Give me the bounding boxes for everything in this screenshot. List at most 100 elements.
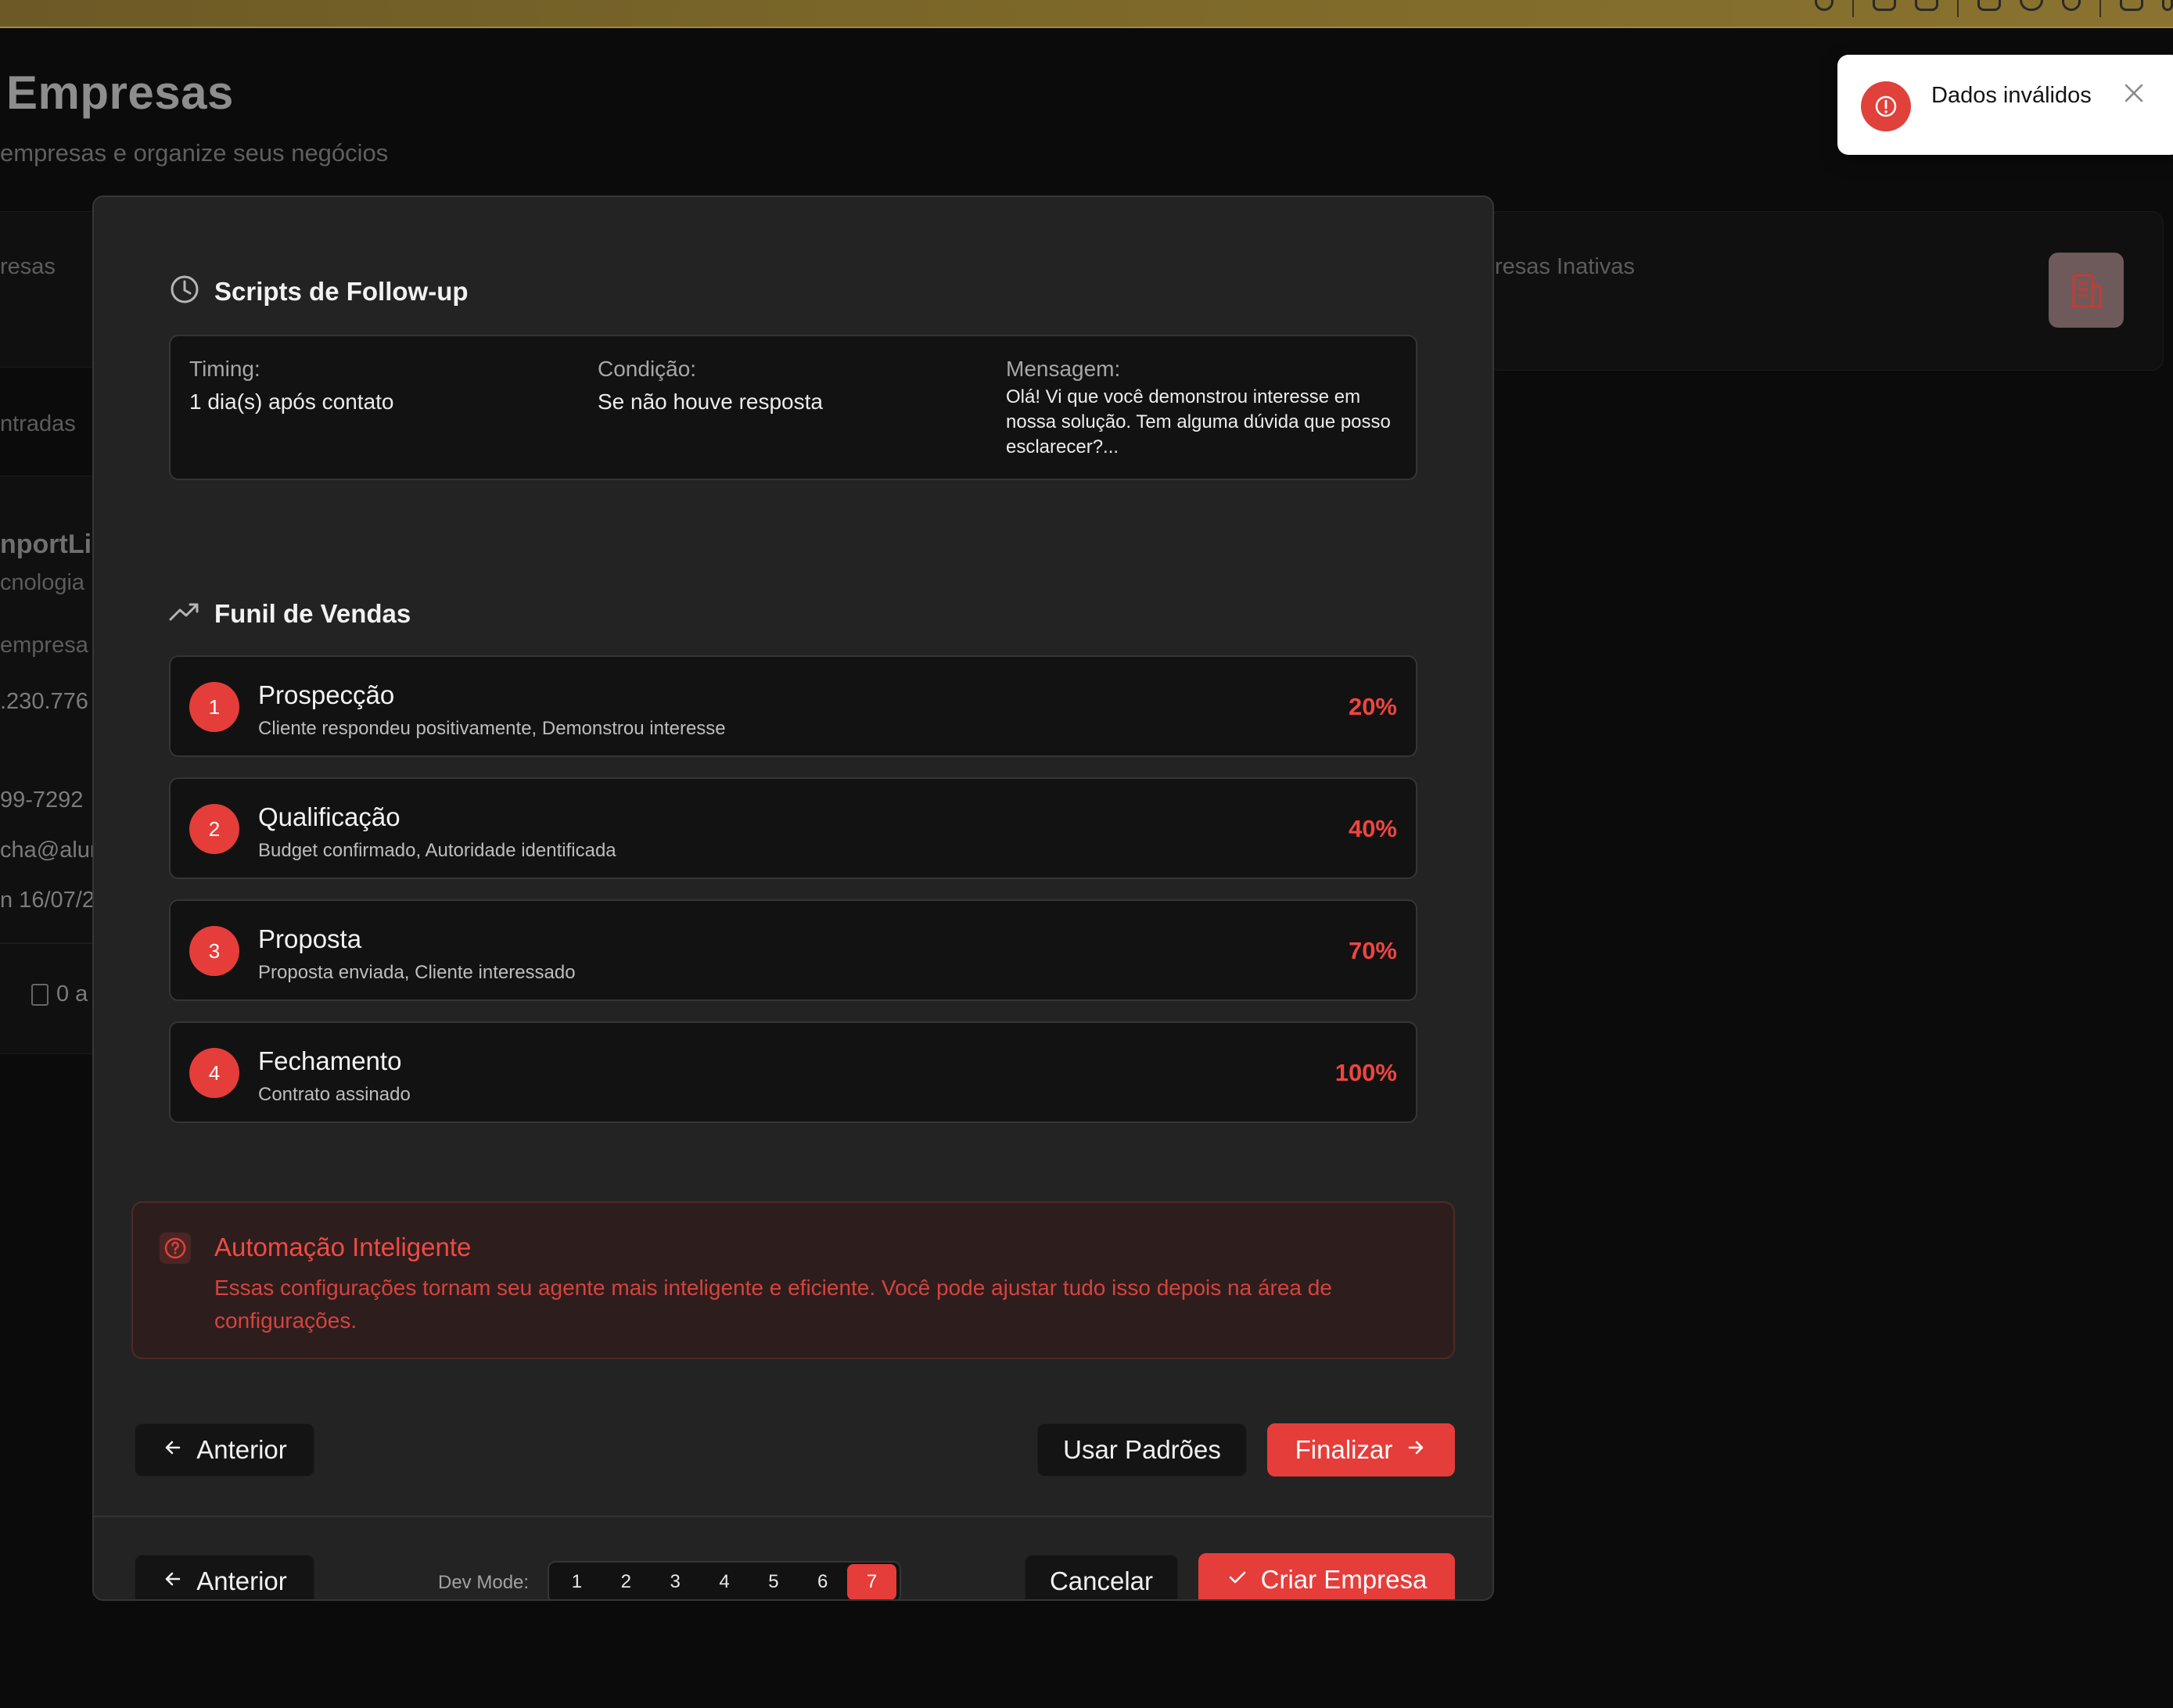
building-icon [2049,253,2124,328]
close-icon[interactable] [2122,81,2146,109]
create-company-label: Criar Empresa [1260,1565,1428,1594]
funnel-header: Funil de Vendas [169,596,411,631]
gear-icon[interactable] [2120,0,2143,11]
building-icon [31,983,48,1006]
stage-probability: 20% [1348,693,1397,720]
company-agents: 0 a [31,981,88,1007]
page-title: Empresas [6,66,234,119]
stage-number: 4 [189,1048,239,1098]
stage-probability: 70% [1348,937,1397,964]
funnel-stage[interactable]: 3 Proposta Proposta enviada, Cliente int… [169,899,1417,1001]
bulb-icon[interactable] [2062,0,2081,11]
trending-up-icon [169,596,200,631]
stage-description: Budget confirmado, Autoridade identifica… [258,840,616,861]
company-date: n 16/07/2 [0,888,95,913]
footer-divider [94,1516,1492,1517]
use-defaults-label: Usar Padrões [1063,1435,1221,1464]
timing-value: 1 dia(s) após contato [189,389,394,414]
help-circle-icon [160,1233,191,1264]
top-bar-icons [1815,0,2173,28]
dev-mode-label: Dev Mode: [438,1572,530,1593]
top-bar [0,0,2173,28]
previous-step-label: Anterior [196,1435,287,1464]
error-toast: Dados inválidos [1837,55,2173,155]
condition-label: Condição: [598,357,697,381]
stage-probability: 40% [1348,815,1397,842]
stat-card: resas [0,211,102,368]
timing-column: Timing: 1 dia(s) após contato [189,357,394,414]
previous-step-button[interactable]: Anterior [135,1423,314,1477]
stage-name: Prospecção [258,680,395,709]
company-type: empresa [0,633,88,658]
divider [0,942,102,944]
stage-description: Contrato assinado [258,1084,411,1105]
dev-step-pager: 1 2 3 4 5 6 7 [548,1561,901,1599]
create-company-button[interactable]: Criar Empresa [1198,1553,1455,1599]
dev-step-5[interactable]: 5 [749,1564,798,1599]
stat-card-label: resas Inativas [1495,254,1635,279]
followup-script-card: Timing: 1 dia(s) após contato Condição: … [169,335,1417,480]
automation-tip: Automação Inteligente Essas configuraçõe… [131,1201,1455,1359]
funnel-stage[interactable]: 4 Fechamento Contrato assinado 100% [169,1021,1417,1123]
stage-name: Qualificação [258,802,400,831]
inbox-icon[interactable] [1873,0,1896,11]
company-agents-count: 0 a [56,981,88,1006]
camera-icon[interactable] [1915,0,1938,11]
company-card: nportLi cnologia empresa .230.776 99-729… [0,475,102,1054]
company-sector: cnologia [0,570,85,595]
footer-previous-button[interactable]: Anterior [135,1555,314,1599]
toast-message: Dados inválidos [1931,83,2092,108]
globe-icon[interactable] [2020,0,2043,11]
clock-icon [169,274,200,309]
finish-button[interactable]: Finalizar [1267,1423,1455,1477]
tip-title: Automação Inteligente [214,1233,472,1261]
create-company-modal: Scripts de Follow-up Timing: 1 dia(s) ap… [92,196,1494,1601]
company-name: nportLi [0,529,92,559]
message-value: Olá! Vi que você demonstrou interesse em… [1006,386,1391,458]
funnel-title: Funil de Vendas [214,598,411,628]
window-icon[interactable] [1977,0,2001,11]
arrow-left-icon [162,1435,184,1465]
dev-step-3[interactable]: 3 [651,1564,700,1599]
dev-step-1[interactable]: 1 [552,1564,602,1599]
alert-circle-icon [1861,81,1911,131]
arrow-left-icon [162,1566,184,1596]
stage-description: Proposta enviada, Cliente interessado [258,962,576,983]
followup-title: Scripts de Follow-up [214,276,469,306]
funnel-stage[interactable]: 1 Prospecção Cliente respondeu positivam… [169,655,1417,757]
dev-step-7[interactable]: 7 [847,1564,897,1599]
page-subtitle: empresas e organize seus negócios [0,139,389,167]
message-label: Mensagem: [1006,357,1121,381]
stat-card-label: resas [0,254,56,279]
company-cnpj: .230.776 [0,689,88,714]
arrow-right-icon [1405,1435,1427,1465]
footer-previous-label: Anterior [196,1566,287,1595]
condition-value: Se não houve resposta [598,389,823,414]
message-column: Mensagem: Olá! Vi que você demonstrou in… [1006,357,1405,460]
stage-probability: 100% [1334,1059,1397,1086]
stage-number: 3 [189,926,239,976]
dev-step-6[interactable]: 6 [798,1564,847,1599]
company-email: cha@alun [0,838,103,863]
dev-step-2[interactable]: 2 [602,1564,651,1599]
timing-label: Timing: [189,357,260,381]
tip-text: Essas configurações tornam seu agente ma… [214,1276,1332,1333]
cancel-button[interactable]: Cancelar [1025,1555,1178,1599]
stage-number: 1 [189,682,239,732]
bg-tab-label: ntradas [0,411,76,436]
use-defaults-button[interactable]: Usar Padrões [1037,1423,1247,1477]
stage-number: 2 [189,804,239,854]
check-icon [1227,1565,1248,1595]
finish-label: Finalizar [1295,1435,1393,1464]
stat-card-inactive: resas Inativas [1486,211,2164,371]
divider [1852,0,1854,17]
condition-column: Condição: Se não houve resposta [598,357,823,414]
stage-name: Fechamento [258,1046,402,1075]
more-icon[interactable] [2162,0,2173,11]
followup-header: Scripts de Follow-up [169,274,469,309]
funnel-stage[interactable]: 2 Qualificação Budget confirmado, Autori… [169,777,1417,879]
link-icon[interactable] [1815,0,1834,11]
divider [2099,0,2101,17]
dev-step-4[interactable]: 4 [700,1564,749,1599]
company-phone: 99-7292 [0,788,84,813]
